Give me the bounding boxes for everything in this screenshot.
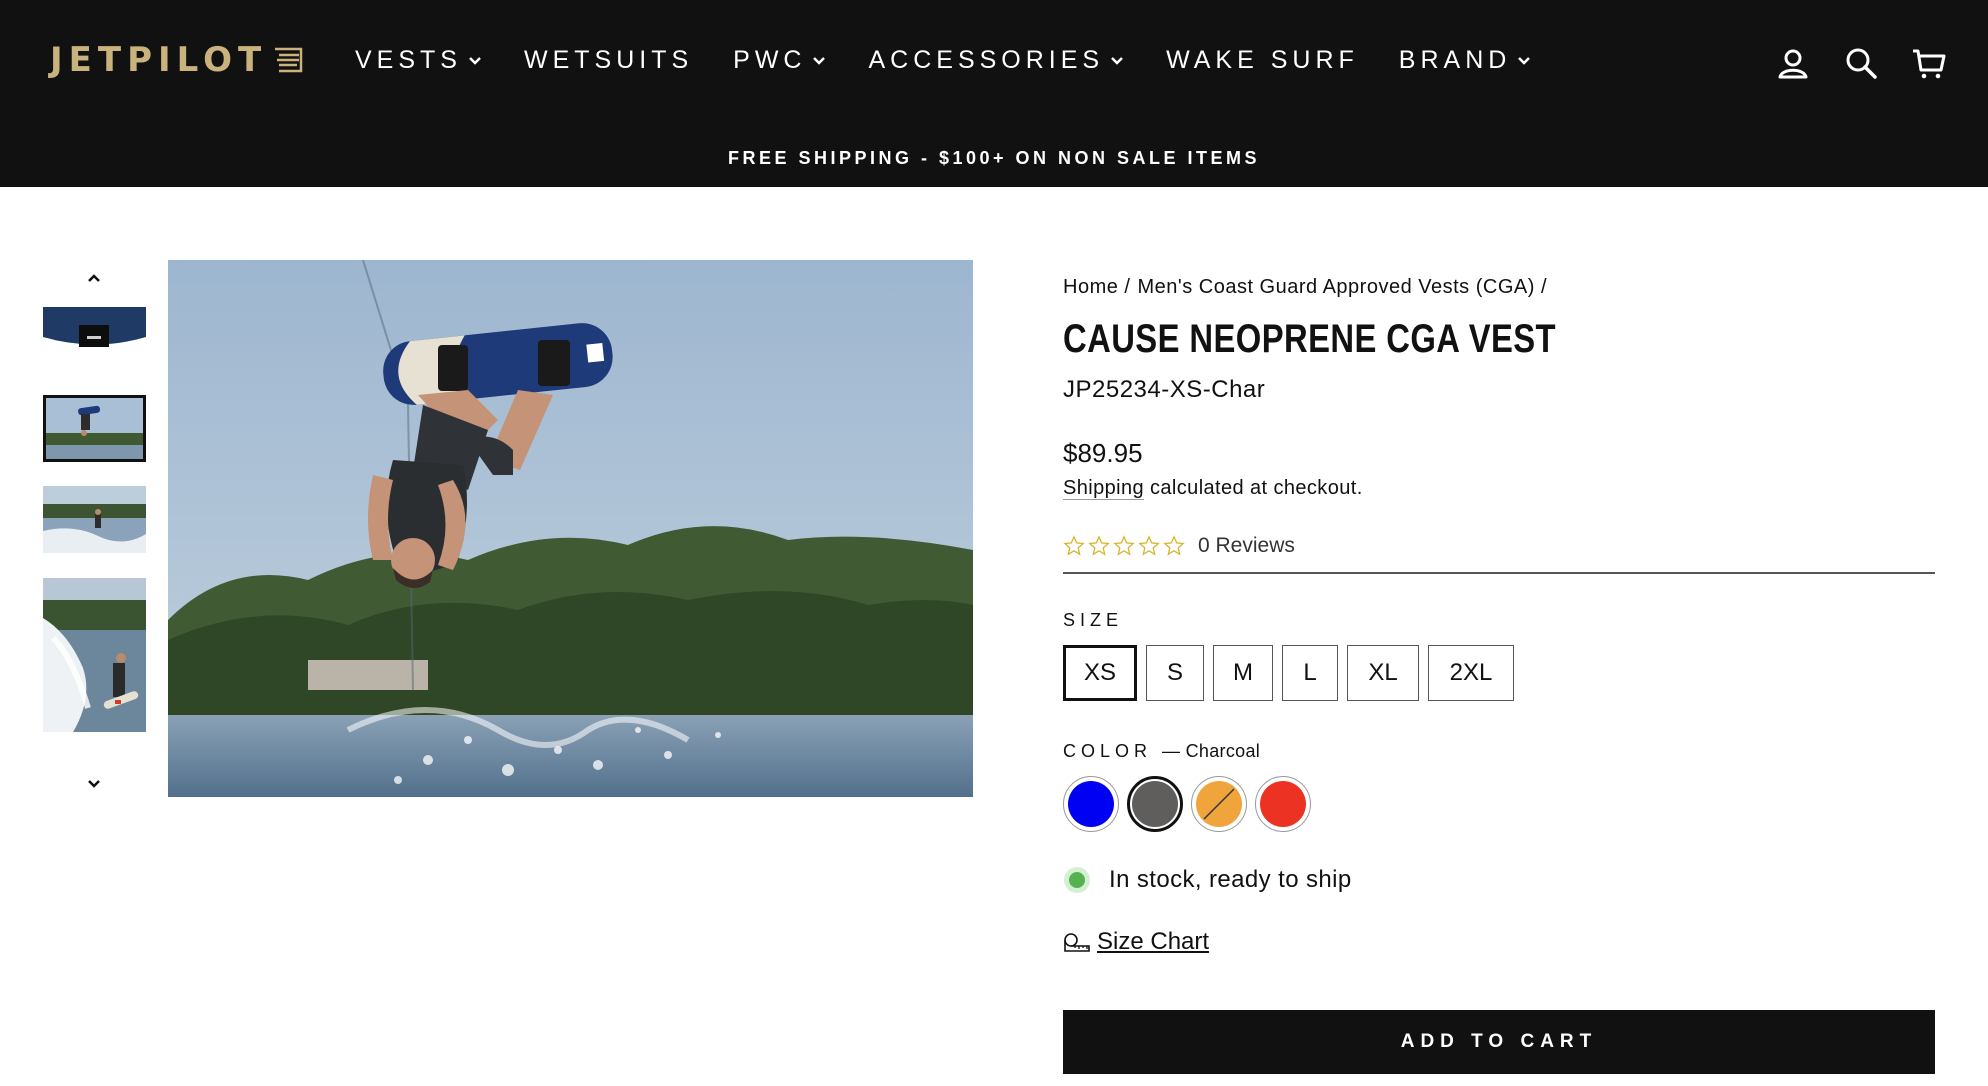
color-swatch-blue[interactable] <box>1063 776 1119 832</box>
jetpilot-logo[interactable]: JETPILOT <box>50 40 303 80</box>
main-nav: VESTS WETSUITS PWC ACCESSORIES WAKE SURF… <box>355 46 1573 75</box>
nav-label: VESTS <box>355 46 462 74</box>
size-option-2xl[interactable]: 2XL <box>1428 645 1514 701</box>
size-chart-label[interactable]: Size Chart <box>1097 928 1209 956</box>
nav-item-brand[interactable]: BRAND <box>1399 46 1534 75</box>
thumbnail-image <box>43 578 146 732</box>
star-empty-icon <box>1113 535 1135 556</box>
chevron-down-icon <box>1111 56 1123 65</box>
account-icon[interactable] <box>1774 44 1812 82</box>
nav-label: BRAND <box>1398 46 1512 74</box>
size-option-l[interactable]: L <box>1282 645 1338 701</box>
swatch-fill <box>1260 781 1306 827</box>
product-info: Home / Men's Coast Guard Approved Vests … <box>1063 276 1935 956</box>
thumbnail-image <box>43 395 146 462</box>
nav-item-wake-surf[interactable]: WAKE SURF <box>1166 46 1359 75</box>
wakeboard-flip-photo <box>168 260 973 797</box>
shipping-policy-link[interactable]: Shipping <box>1063 477 1145 500</box>
stock-status: In stock, ready to ship <box>1063 866 1935 894</box>
product-price: $89.95 <box>1063 438 1143 468</box>
size-option-xs[interactable]: XS <box>1063 645 1137 701</box>
product-title: CAUSE NEOPRENE CGA VEST <box>1063 317 1557 361</box>
reviews-count[interactable]: 0 Reviews <box>1198 534 1295 558</box>
logo-wave-icon <box>275 47 303 73</box>
star-empty-icon <box>1138 535 1160 556</box>
nav-item-vests[interactable]: VESTS <box>355 46 484 75</box>
nav-label: WAKE SURF <box>1166 46 1359 74</box>
thumbnail-image <box>43 307 146 352</box>
color-swatch-orange[interactable] <box>1191 776 1247 832</box>
logo-text: JETPILOT <box>50 40 268 80</box>
nav-label: WETSUITS <box>523 46 694 74</box>
ruler-icon <box>1064 933 1090 952</box>
color-label: COLOR <box>1063 741 1153 761</box>
main-product-image[interactable] <box>168 260 973 797</box>
thumbnail-image <box>43 486 146 553</box>
chevron-down-icon[interactable] <box>84 774 104 794</box>
thumbnail-wake-spray[interactable] <box>43 578 146 732</box>
product-sku: JP25234-XS-Char <box>1063 376 1266 403</box>
size-label: SIZE <box>1063 610 1124 630</box>
breadcrumb-collection[interactable]: Men's Coast Guard Approved Vests (CGA) / <box>1137 276 1547 299</box>
swatch-fill <box>1132 781 1178 827</box>
sold-out-slash-icon <box>1203 788 1235 820</box>
size-option-m[interactable]: M <box>1213 645 1273 701</box>
star-empty-icon <box>1088 535 1110 556</box>
thumbnail-rider-wake[interactable] <box>43 486 146 553</box>
in-stock-dot-icon <box>1069 872 1085 888</box>
search-icon[interactable] <box>1842 44 1880 82</box>
selected-color-name: — Charcoal <box>1162 741 1261 761</box>
size-chart-link[interactable]: Size Chart <box>1063 928 1935 956</box>
size-option-s[interactable]: S <box>1146 645 1204 701</box>
color-swatch-charcoal[interactable] <box>1127 776 1183 832</box>
breadcrumb-home[interactable]: Home / <box>1063 276 1130 299</box>
site-header: JETPILOT VESTS WETSUITS PWC ACCESSORIES … <box>0 0 1988 187</box>
header-icons <box>1744 44 1948 82</box>
color-label-row: COLOR — Charcoal <box>1063 741 1935 762</box>
swatch-fill <box>1196 781 1242 827</box>
stock-text: In stock, ready to ship <box>1109 866 1352 893</box>
star-empty-icon <box>1163 535 1185 556</box>
breadcrumb: Home / Men's Coast Guard Approved Vests … <box>1063 276 1935 299</box>
thumbnail-vest-detail[interactable] <box>43 307 146 352</box>
color-selector <box>1063 776 1935 832</box>
chevron-down-icon <box>1518 56 1531 65</box>
add-to-cart-button[interactable]: ADD TO CART <box>1063 1010 1935 1074</box>
color-swatch-red[interactable] <box>1255 776 1311 832</box>
shipping-note-text: calculated at checkout. <box>1144 477 1363 499</box>
nav-item-wetsuits[interactable]: WETSUITS <box>524 46 693 75</box>
nav-label: ACCESSORIES <box>868 46 1105 74</box>
chevron-up-icon[interactable] <box>84 268 104 288</box>
chevron-down-icon <box>813 56 826 65</box>
star-empty-icon <box>1063 535 1085 556</box>
nav-item-accessories[interactable]: ACCESSORIES <box>868 46 1126 75</box>
chevron-down-icon <box>469 56 481 65</box>
cart-icon[interactable] <box>1910 44 1948 82</box>
size-option-xl[interactable]: XL <box>1347 645 1419 701</box>
shipping-note: Shipping calculated at checkout. <box>1063 477 1935 500</box>
nav-label: PWC <box>733 46 807 74</box>
swatch-fill <box>1068 781 1114 827</box>
reviews-summary[interactable]: 0 Reviews <box>1063 534 1935 574</box>
thumbnail-wakeboard-flip[interactable] <box>43 395 146 462</box>
size-selector: XS S M L XL 2XL <box>1063 645 1935 701</box>
promo-banner[interactable]: FREE SHIPPING - $100+ ON NON SALE ITEMS <box>0 148 1988 169</box>
nav-item-pwc[interactable]: PWC <box>733 46 828 75</box>
